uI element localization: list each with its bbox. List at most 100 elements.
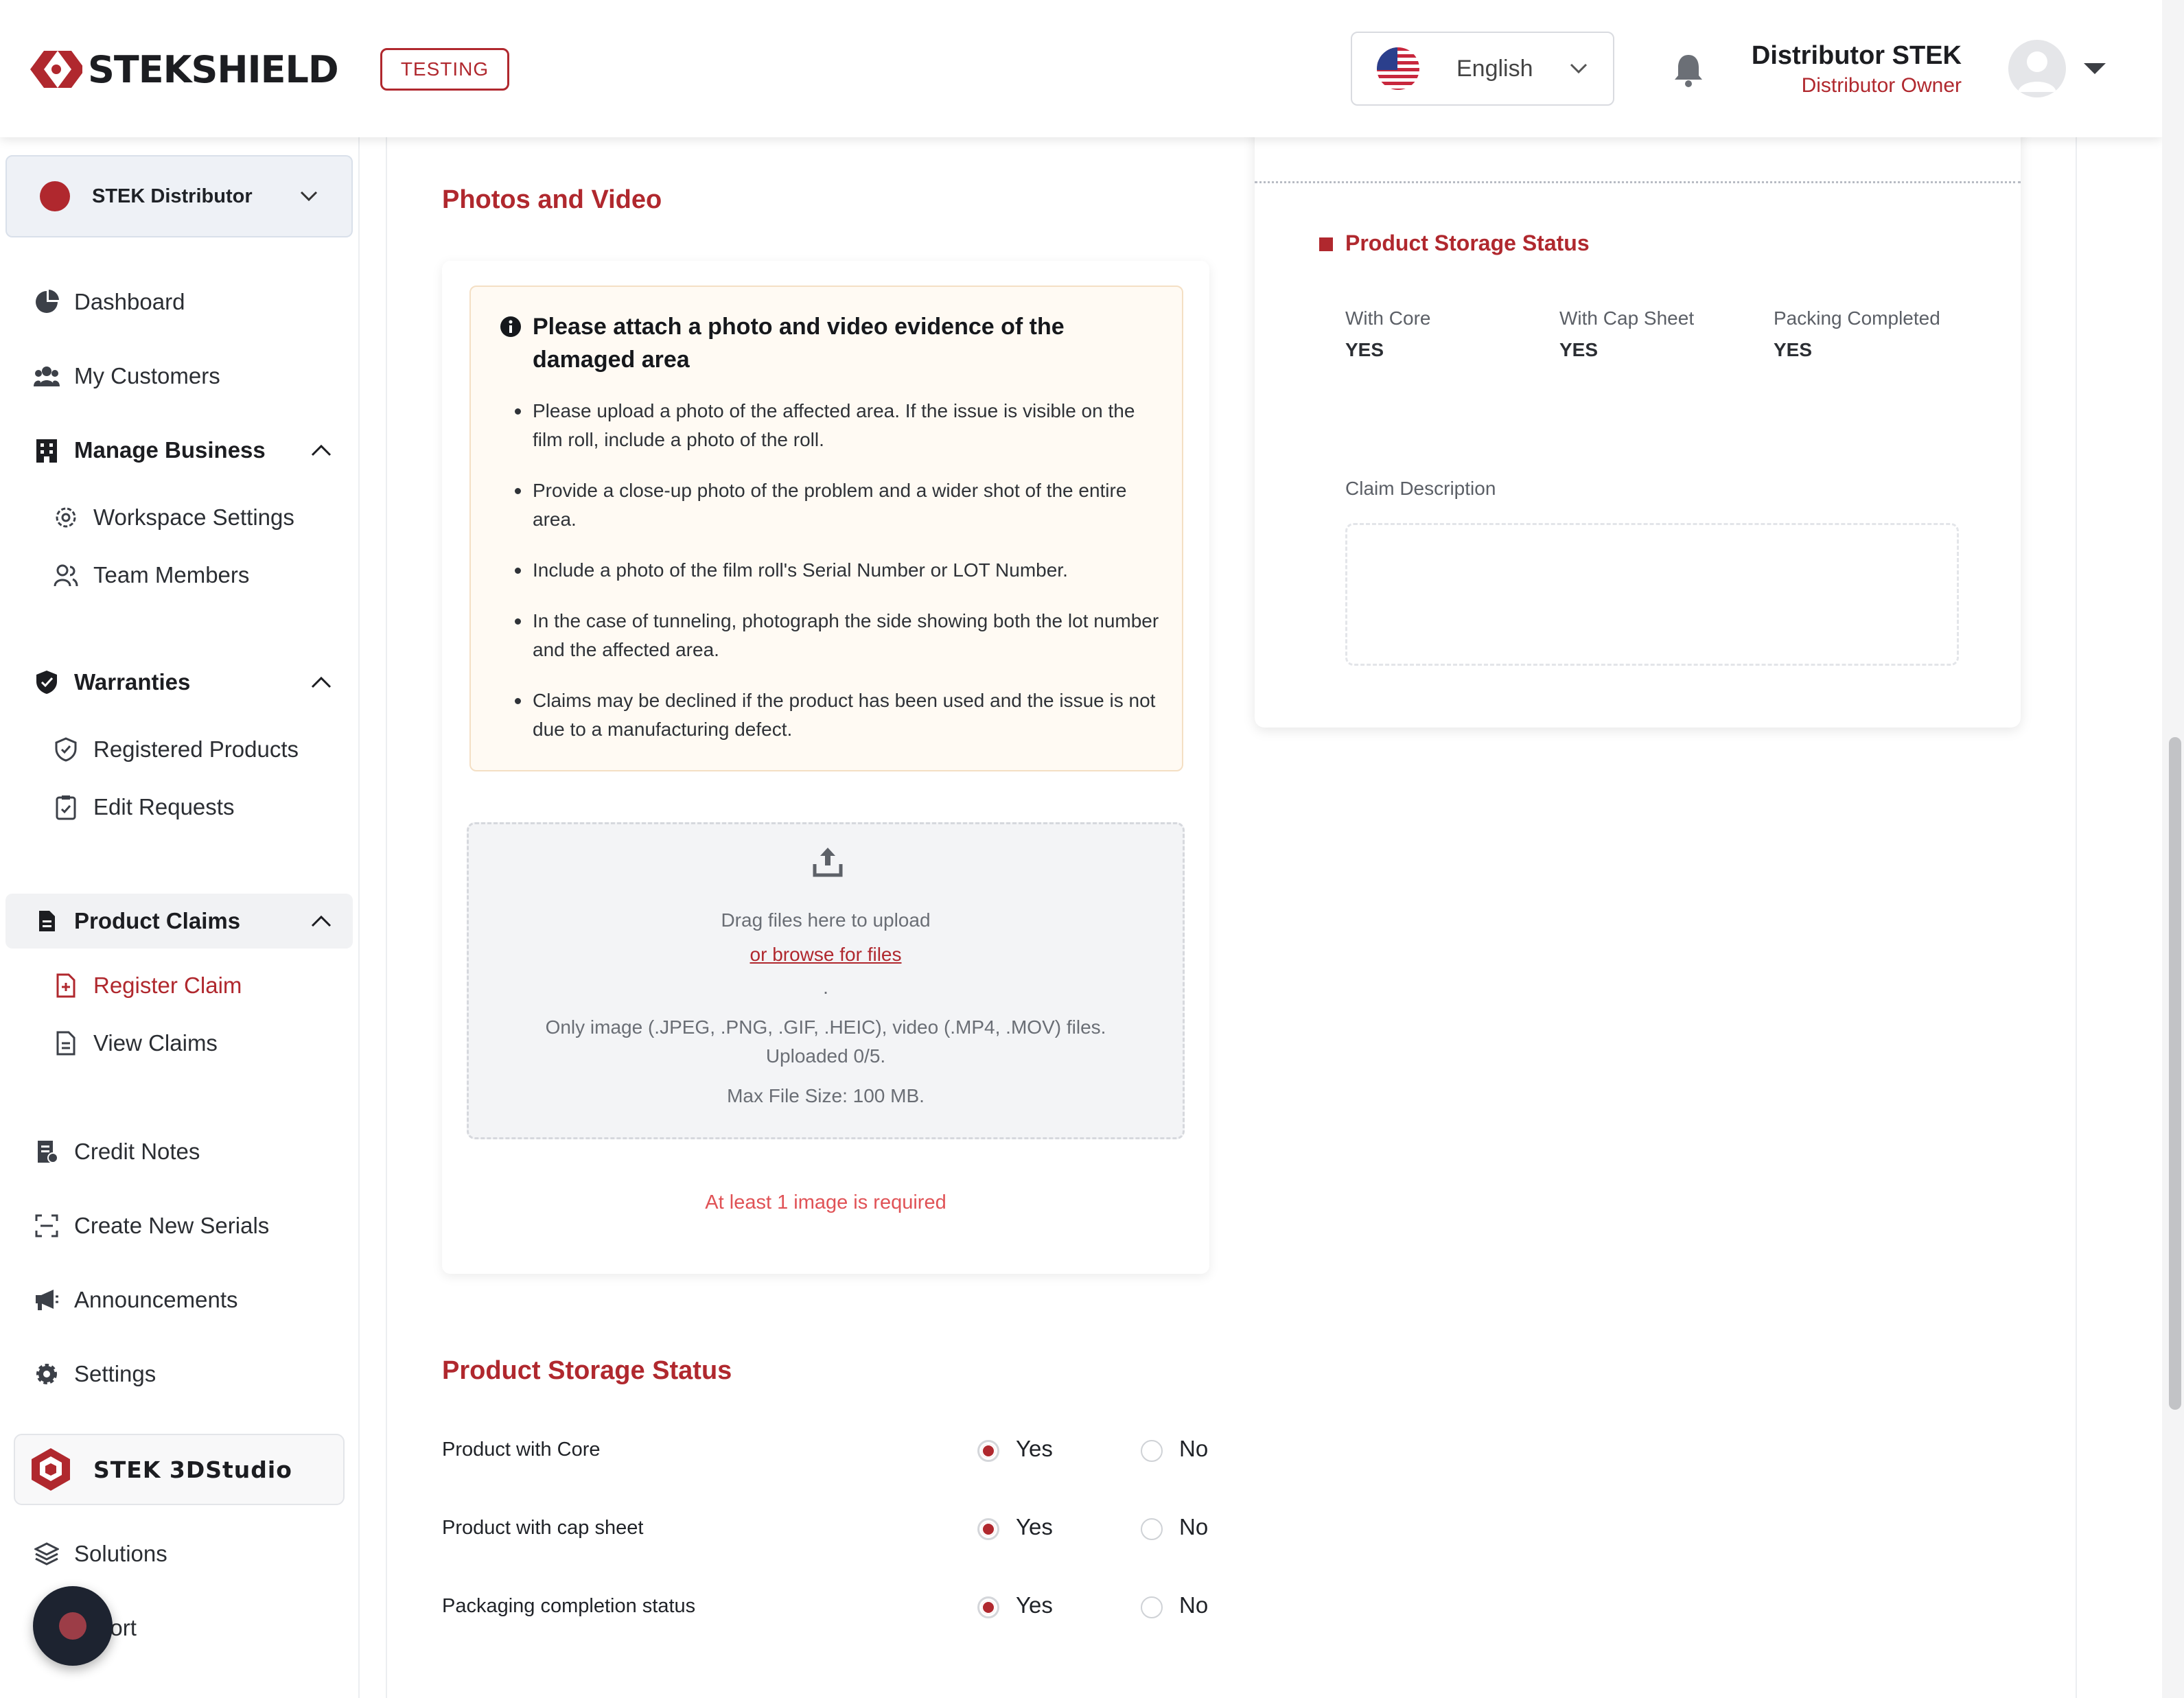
sidebar-section-label: Product Claims	[74, 908, 241, 933]
packaging-completion-yes-radio[interactable]	[977, 1596, 999, 1618]
product-with-cap-sheet-label: Product with cap sheet	[442, 1517, 644, 1539]
sidebar-item-register-claim[interactable]: Register Claim	[52, 965, 242, 1006]
stekshield-logo[interactable]: STEKSHIELD	[30, 47, 339, 92]
sidebar-section-manage-business[interactable]: Manage Business	[33, 430, 266, 471]
sidebar-item-team-members[interactable]: Team Members	[52, 555, 249, 596]
evidence-notice: Please attach a photo and video evidence…	[469, 286, 1183, 771]
sidebar-item-label: Dashboard	[74, 289, 185, 314]
uploaded-count-text: Uploaded 0/5.	[765, 1045, 886, 1067]
image-required-error: At least 1 image is required	[705, 1191, 946, 1213]
notification-bell-icon[interactable]	[1672, 52, 1705, 88]
sidebar: STEK Distributor Dashboard My Customers …	[0, 137, 360, 1698]
notice-item: In the case of tunneling, photograph the…	[515, 607, 1164, 664]
shield-outline-icon	[52, 736, 80, 763]
storage-status-title: Product Storage Status	[442, 1356, 732, 1385]
sidebar-item-view-claims[interactable]: View Claims	[52, 1023, 218, 1064]
chevron-up-icon[interactable]	[310, 914, 332, 928]
allowed-file-types-text: Only image (.JPEG, .PNG, .GIF, .HEIC), v…	[545, 1016, 1106, 1038]
sidebar-item-edit-requests[interactable]: Edit Requests	[52, 787, 234, 828]
sidebar-item-label: Edit Requests	[93, 794, 235, 819]
sidebar-item-settings[interactable]: Settings	[33, 1353, 156, 1395]
shield-check-icon	[33, 668, 60, 696]
with-cap-sheet-label: With Cap Sheet	[1559, 307, 1695, 329]
sidebar-item-solutions[interactable]: Solutions	[33, 1533, 167, 1574]
page-scrollbar-thumb[interactable]	[2169, 737, 2181, 1410]
product-with-cap-sheet-yes-radio[interactable]	[977, 1518, 999, 1540]
org-icon	[40, 181, 70, 211]
product-with-core-label: Product with Core	[442, 1439, 601, 1461]
organization-select[interactable]: STEK Distributor	[5, 155, 353, 237]
gear-icon	[52, 504, 80, 531]
sidebar-item-credit-notes[interactable]: Credit Notes	[33, 1131, 200, 1172]
summary-storage-title: Product Storage Status	[1345, 231, 1590, 255]
sidebar-item-label: Workspace Settings	[93, 504, 294, 530]
language-label: English	[1456, 55, 1533, 82]
sidebar-section-label: Warranties	[74, 669, 191, 695]
file-dropzone[interactable]: Drag files here to upload or browse for …	[467, 822, 1185, 1139]
notice-item: Provide a close-up photo of the problem …	[515, 476, 1164, 534]
dotted-divider	[1255, 181, 2021, 183]
notice-list: Please upload a photo of the affected ar…	[515, 397, 1164, 766]
avatar-icon	[2018, 51, 2056, 92]
organization-name: STEK Distributor	[92, 185, 253, 207]
sidebar-item-label: Settings	[74, 1361, 156, 1386]
packaging-completion-no-radio[interactable]	[1141, 1596, 1163, 1618]
radio-yes-label: Yes	[1016, 1436, 1053, 1461]
photos-video-card: Please attach a photo and video evidence…	[442, 261, 1209, 1274]
studio-cube-icon	[32, 1448, 70, 1491]
sidebar-item-label: Register Claim	[93, 973, 242, 998]
chevron-up-icon[interactable]	[310, 675, 332, 689]
chat-widget-button[interactable]	[33, 1586, 113, 1666]
radio-no-label: No	[1179, 1592, 1209, 1618]
radio-no-label: No	[1179, 1514, 1209, 1539]
notice-item: Claims may be declined if the product ha…	[515, 686, 1164, 744]
studio-label: STEK 3DStudio	[93, 1456, 292, 1483]
sidebar-section-warranties[interactable]: Warranties	[33, 662, 190, 703]
sidebar-item-label: My Customers	[74, 363, 220, 388]
environment-badge: TESTING	[380, 48, 509, 91]
browse-files-link[interactable]: or browse for files	[750, 944, 902, 965]
notice-title: Please attach a photo and video evidence…	[533, 314, 1065, 373]
with-cap-sheet-value: YES	[1559, 339, 1599, 360]
sidebar-section-product-claims[interactable]: Product Claims	[33, 900, 240, 942]
stek-logo-icon	[30, 51, 82, 88]
receipt-icon	[33, 1138, 60, 1165]
stek-3dstudio-button[interactable]: STEK 3DStudio	[14, 1434, 345, 1505]
info-icon	[500, 316, 521, 337]
sidebar-item-announcements[interactable]: Announcements	[33, 1279, 238, 1321]
main-divider	[386, 137, 387, 1698]
layers-icon	[33, 1540, 60, 1568]
user-avatar[interactable]	[2008, 40, 2066, 97]
chevron-down-icon	[300, 191, 318, 202]
settings-gear-icon	[33, 1360, 60, 1388]
radio-yes-label: Yes	[1016, 1514, 1053, 1539]
language-select[interactable]: English	[1351, 32, 1614, 106]
clipboard-check-icon	[52, 793, 80, 821]
user-menu-caret-icon[interactable]	[2082, 60, 2107, 77]
sidebar-item-label: Announcements	[74, 1287, 238, 1312]
document-text-icon	[52, 1030, 80, 1057]
section-marker-icon	[1319, 237, 1333, 251]
sidebar-item-label: Solutions	[74, 1541, 167, 1566]
product-with-core-yes-radio[interactable]	[977, 1440, 999, 1462]
claim-description-label: Claim Description	[1345, 478, 1496, 499]
user-role: Distributor Owner	[1801, 74, 1962, 97]
photos-video-title: Photos and Video	[442, 185, 662, 214]
sidebar-item-registered-products[interactable]: Registered Products	[52, 729, 299, 770]
pie-chart-icon	[33, 288, 60, 316]
sidebar-item-dashboard[interactable]: Dashboard	[33, 281, 185, 323]
brand-name: STEKSHIELD	[88, 47, 339, 91]
chevron-up-icon[interactable]	[310, 443, 332, 457]
sidebar-section-label: Manage Business	[74, 437, 266, 463]
scan-icon	[33, 1212, 60, 1240]
main-divider	[2076, 137, 2077, 1698]
product-with-cap-sheet-no-radio[interactable]	[1141, 1518, 1163, 1540]
chevron-down-icon	[1570, 63, 1588, 74]
sidebar-item-create-new-serials[interactable]: Create New Serials	[33, 1205, 269, 1246]
sidebar-item-my-customers[interactable]: My Customers	[33, 356, 220, 397]
product-with-core-no-radio[interactable]	[1141, 1440, 1163, 1462]
packaging-completion-label: Packaging completion status	[442, 1595, 696, 1617]
with-core-value: YES	[1345, 339, 1384, 360]
sidebar-item-workspace-settings[interactable]: Workspace Settings	[52, 497, 294, 538]
chat-icon	[59, 1612, 86, 1640]
